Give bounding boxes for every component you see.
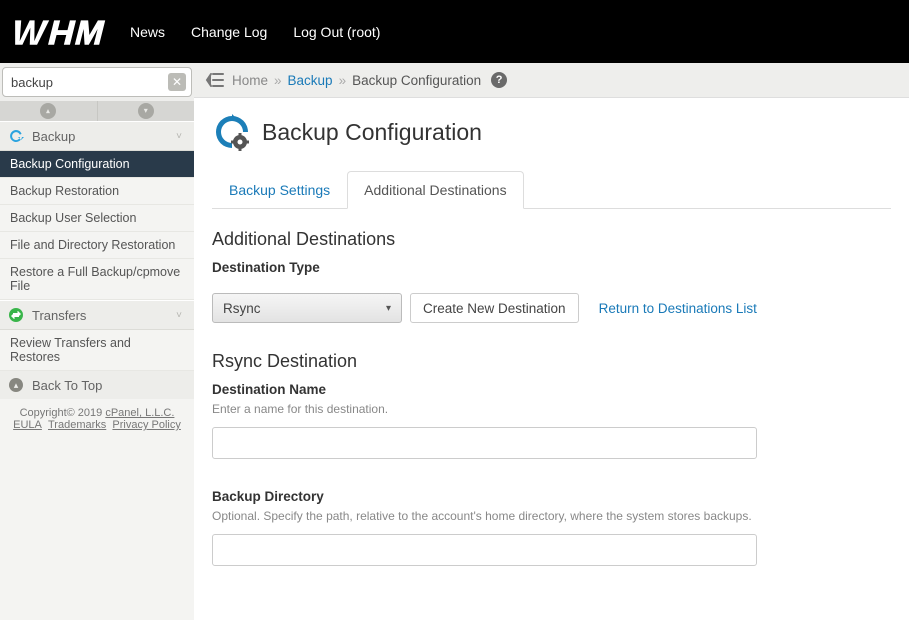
copyright-text: Copyright© 2019: [20, 407, 106, 419]
chevron-down-icon: ˅: [172, 310, 186, 321]
group-label: Backup: [32, 129, 172, 144]
arrow-up-icon: [8, 377, 24, 393]
trademarks-link[interactable]: Trademarks: [48, 419, 106, 431]
group-backup[interactable]: Backup ˅: [0, 121, 194, 151]
expand-all-button[interactable]: [98, 101, 195, 121]
page-title: Backup Configuration: [262, 119, 482, 146]
backup-directory-help: Optional. Specify the path, relative to …: [212, 508, 891, 524]
rsync-section-heading: Rsync Destination: [212, 351, 891, 372]
whm-logo[interactable]: [12, 18, 112, 46]
privacy-link[interactable]: Privacy Policy: [112, 419, 180, 431]
back-to-top-label: Back To Top: [32, 378, 102, 393]
back-to-top[interactable]: Back To Top: [0, 371, 194, 399]
breadcrumb: Home » Backup » Backup Configuration ?: [194, 63, 909, 98]
sidebar-item-backup-configuration[interactable]: Backup Configuration: [0, 151, 194, 178]
nav-arrow-row: [0, 101, 194, 121]
help-icon[interactable]: ?: [491, 72, 507, 88]
return-to-list-link[interactable]: Return to Destinations List: [599, 301, 757, 316]
tab-additional-destinations[interactable]: Additional Destinations: [347, 171, 523, 209]
backup-configuration-icon: [212, 112, 252, 152]
sidebar-item-file-directory-restoration[interactable]: File and Directory Restoration: [0, 232, 194, 259]
destination-type-label: Destination Type: [212, 260, 891, 275]
breadcrumb-separator: »: [339, 73, 347, 88]
breadcrumb-toggle-icon[interactable]: [204, 71, 226, 89]
backup-directory-input[interactable]: [212, 534, 757, 566]
sidebar-item-backup-user-selection[interactable]: Backup User Selection: [0, 205, 194, 232]
top-nav: News Change Log Log Out (root): [130, 24, 380, 40]
backup-directory-label: Backup Directory: [212, 489, 891, 504]
create-new-destination-button[interactable]: Create New Destination: [410, 293, 579, 323]
chevron-down-icon: ˅: [172, 131, 186, 142]
group-label: Transfers: [32, 308, 172, 323]
tabs: Backup Settings Additional Destinations: [212, 170, 891, 209]
refresh-icon: [8, 128, 24, 144]
nav-logout[interactable]: Log Out (root): [293, 24, 380, 40]
nav-news[interactable]: News: [130, 24, 165, 40]
breadcrumb-separator: »: [274, 73, 282, 88]
transfers-icon: [8, 307, 24, 323]
breadcrumb-home[interactable]: Home: [232, 73, 268, 88]
destination-name-label: Destination Name: [212, 382, 891, 397]
sidebar-item-restore-full-backup[interactable]: Restore a Full Backup/cpmove File: [0, 259, 194, 300]
breadcrumb-backup[interactable]: Backup: [288, 73, 333, 88]
sidebar: ✕ Backup ˅ Backup Configuration Backup R…: [0, 63, 194, 620]
top-bar: News Change Log Log Out (root): [0, 0, 909, 63]
nav-change-log[interactable]: Change Log: [191, 24, 267, 40]
destination-type-select[interactable]: Rsync: [212, 293, 402, 323]
sidebar-item-review-transfers[interactable]: Review Transfers and Restores: [0, 330, 194, 371]
destination-name-help: Enter a name for this destination.: [212, 401, 891, 417]
destination-name-input[interactable]: [212, 427, 757, 459]
sidebar-footer: Copyright© 2019 cPanel, L.L.C. EULA Trad…: [0, 399, 194, 439]
clear-search-icon[interactable]: ✕: [168, 73, 186, 91]
section-heading: Additional Destinations: [212, 229, 891, 250]
company-link[interactable]: cPanel, L.L.C.: [105, 407, 174, 419]
sidebar-item-backup-restoration[interactable]: Backup Restoration: [0, 178, 194, 205]
group-transfers[interactable]: Transfers ˅: [0, 300, 194, 330]
collapse-all-button[interactable]: [0, 101, 98, 121]
tab-backup-settings[interactable]: Backup Settings: [212, 171, 347, 209]
eula-link[interactable]: EULA: [13, 419, 42, 431]
breadcrumb-current: Backup Configuration: [352, 73, 481, 88]
search-input[interactable]: [2, 67, 192, 97]
